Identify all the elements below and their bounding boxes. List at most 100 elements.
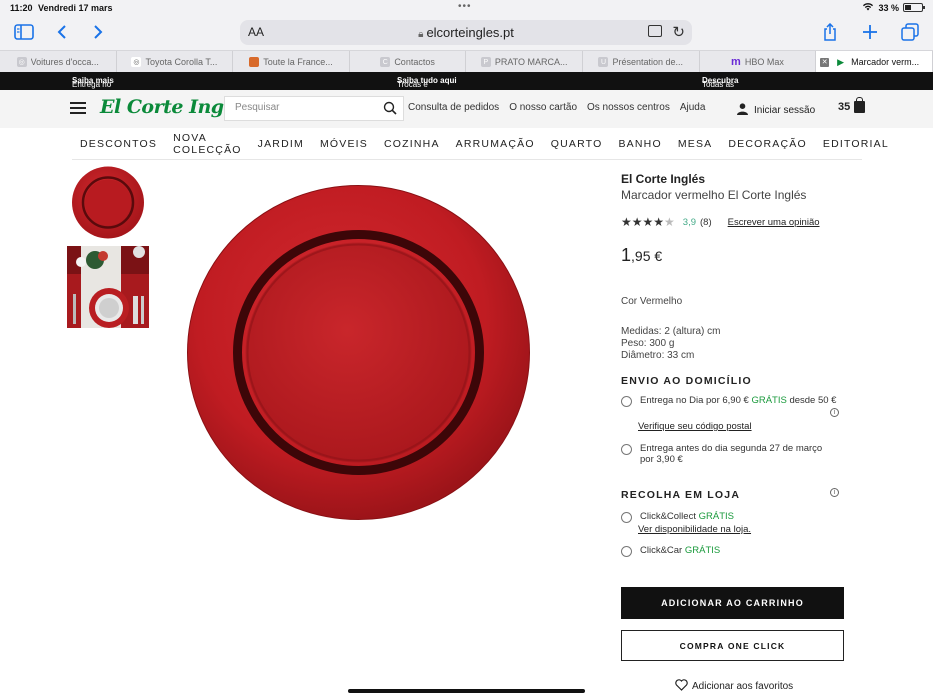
home-indicator[interactable]: [348, 689, 585, 693]
link-help[interactable]: Ajuda: [680, 102, 706, 113]
link-card[interactable]: O nosso cartão: [509, 102, 577, 113]
category-nova-coleccao[interactable]: NOVA COLECÇÃO: [165, 132, 250, 156]
spec-measures: Medidas: 2 (altura) cm: [621, 326, 721, 337]
delivery-section-title: ENVIO AO DOMICÍLIO: [621, 375, 752, 387]
radio-button[interactable]: [621, 444, 632, 455]
add-to-favorites-link[interactable]: Adicionar aos favoritos: [675, 679, 793, 694]
pickup-option-click-car[interactable]: Click&Car GRÁTIS: [621, 545, 720, 557]
sidebar-toggle-icon[interactable]: [12, 20, 36, 44]
delivery-option-same-day[interactable]: Entrega no Dia por 6,90 € GRÁTIS desde 5…: [621, 395, 836, 407]
one-click-buy-button[interactable]: COMPRA ONE CLICK: [621, 630, 844, 661]
category-banho[interactable]: BANHO: [610, 138, 669, 150]
tab-item[interactable]: ◎ Voitures d'occa...: [0, 51, 117, 73]
forward-icon[interactable]: [86, 20, 110, 44]
link-centers[interactable]: Os nossos centros: [587, 102, 670, 113]
login-button[interactable]: Iniciar sessão: [737, 103, 815, 118]
url-text: 🔒︎ elcorteingles.pt: [240, 25, 692, 40]
search-input[interactable]: [235, 102, 375, 113]
category-cozinha[interactable]: COZINHA: [376, 138, 448, 150]
write-review-link[interactable]: Escrever uma opinião: [728, 217, 820, 228]
thumbnail-table-setting[interactable]: [67, 246, 149, 328]
category-quarto[interactable]: QUARTO: [543, 138, 611, 150]
reload-icon[interactable]: ↻: [672, 23, 685, 41]
tab-item[interactable]: Toute la France...: [233, 51, 350, 73]
tabs-overview-icon[interactable]: [898, 20, 922, 44]
address-bar[interactable]: AA 🔒︎ elcorteingles.pt ↻: [240, 20, 692, 45]
promo-right: Todas as vantagens e serviços | Descubra: [702, 76, 739, 116]
tab-item[interactable]: U Présentation de...: [583, 51, 700, 73]
promo-left: Entrega no dia à hora que quiser | Saiba…: [72, 76, 114, 107]
site-favicon: [249, 57, 260, 67]
product-price: 1,95 €: [621, 245, 663, 265]
pickup-section-title: RECOLHA EM LOJA: [621, 489, 741, 501]
url-value: elcorteingles.pt: [426, 25, 514, 40]
click-collect-label: Click&Collect GRÁTIS: [640, 511, 734, 522]
category-arrumacao[interactable]: ARRUMAÇÃO: [448, 138, 543, 150]
lock-icon: 🔒︎: [418, 29, 424, 40]
heart-icon: [675, 679, 688, 694]
eci-favicon: ▶: [837, 56, 845, 67]
status-right: 33 %: [862, 2, 925, 13]
product-specs: Medidas: 2 (altura) cm Peso: 300 g Diâme…: [621, 326, 720, 362]
search-box[interactable]: [224, 96, 404, 121]
product-brand[interactable]: El Corte Inglés: [621, 172, 705, 186]
globe-icon: ◎: [16, 57, 27, 67]
multitask-dots-icon[interactable]: •••: [458, 1, 472, 12]
login-label: Iniciar sessão: [754, 105, 816, 116]
cart-count: 35: [838, 101, 851, 113]
reader-icon[interactable]: [648, 25, 662, 37]
category-mesa[interactable]: MESA: [670, 138, 721, 150]
header-links: Consulta de pedidos O nosso cartão Os no…: [408, 102, 705, 113]
letter-p-favicon: P: [480, 57, 491, 67]
product-main-image[interactable]: [186, 184, 531, 521]
add-to-cart-button[interactable]: ADICIONAR AO CARRINHO: [621, 587, 844, 619]
tab-item[interactable]: ◎ Toyota Corolla T...: [117, 51, 234, 73]
click-car-label: Click&Car GRÁTIS: [640, 545, 721, 556]
spec-diameter: Diâmetro: 33 cm: [621, 350, 695, 361]
category-descontos[interactable]: DESCONTOS: [72, 138, 165, 150]
info-icon[interactable]: i: [830, 408, 839, 417]
letter-u-favicon: U: [598, 57, 609, 67]
pickup-option-click-collect[interactable]: Click&Collect GRÁTIS: [621, 511, 734, 523]
spec-weight: Peso: 300 g: [621, 338, 675, 349]
menu-icon[interactable]: [70, 102, 86, 114]
thumbnail-plate[interactable]: [67, 166, 149, 239]
close-tab-icon[interactable]: ✕: [820, 57, 830, 67]
status-date: Vendredi 17 mars: [38, 3, 113, 13]
category-moveis[interactable]: MÓVEIS: [312, 138, 376, 150]
tab-bar: ◎ Voitures d'occa... ◎ Toyota Corolla T...…: [0, 50, 933, 73]
letter-c-favicon: C: [380, 57, 391, 67]
rating-count: (8): [700, 216, 712, 228]
store-availability-link[interactable]: Ver disponibilidade na loja.: [638, 524, 751, 535]
product-title: Marcador vermelho El Corte Inglés: [621, 188, 807, 202]
category-editorial[interactable]: EDITORIAL: [815, 138, 897, 150]
delivery-option-same-day-label: Entrega no Dia por 6,90 € GRÁTIS desde 5…: [640, 395, 837, 406]
delivery-option-scheduled[interactable]: Entrega antes do dia segunda 27 de março…: [621, 443, 822, 465]
tab-item-active[interactable]: ✕ ▶ Marcador verm...: [816, 51, 933, 73]
search-icon[interactable]: [383, 101, 397, 115]
cart-button[interactable]: 35: [838, 97, 866, 113]
status-time: 11:20: [10, 3, 33, 13]
radio-button[interactable]: [621, 512, 632, 523]
info-icon[interactable]: i: [830, 488, 839, 497]
globe-icon: ◎: [131, 57, 142, 67]
category-decoracao[interactable]: DECORAÇÃO: [720, 138, 814, 150]
ios-status-bar: 11:20 Vendredi 17 mars ••• 33 %: [0, 0, 933, 16]
radio-button[interactable]: [621, 546, 632, 557]
tab-item[interactable]: m HBO Max: [700, 51, 817, 73]
tab-item[interactable]: P PRATO MARCA...: [466, 51, 583, 73]
new-tab-icon[interactable]: [858, 20, 882, 44]
link-orders[interactable]: Consulta de pedidos: [408, 102, 499, 113]
delivery-option-scheduled-label: Entrega antes do dia segunda 27 de março…: [640, 443, 823, 465]
battery-percent: 33 %: [878, 2, 899, 13]
battery-icon: [903, 3, 925, 12]
radio-button[interactable]: [621, 396, 632, 407]
postal-code-link[interactable]: Verifique seu código postal: [638, 421, 752, 432]
category-jardim[interactable]: JARDIM: [250, 138, 312, 150]
share-icon[interactable]: [818, 20, 842, 44]
shopping-bag-icon: [854, 97, 866, 113]
tab-item[interactable]: C Contactos: [350, 51, 467, 73]
back-icon[interactable]: [50, 20, 74, 44]
rating-score: 3,9: [682, 216, 697, 228]
product-rating: ★★★★★ 3,9 (8) Escrever uma opinião: [621, 215, 820, 229]
